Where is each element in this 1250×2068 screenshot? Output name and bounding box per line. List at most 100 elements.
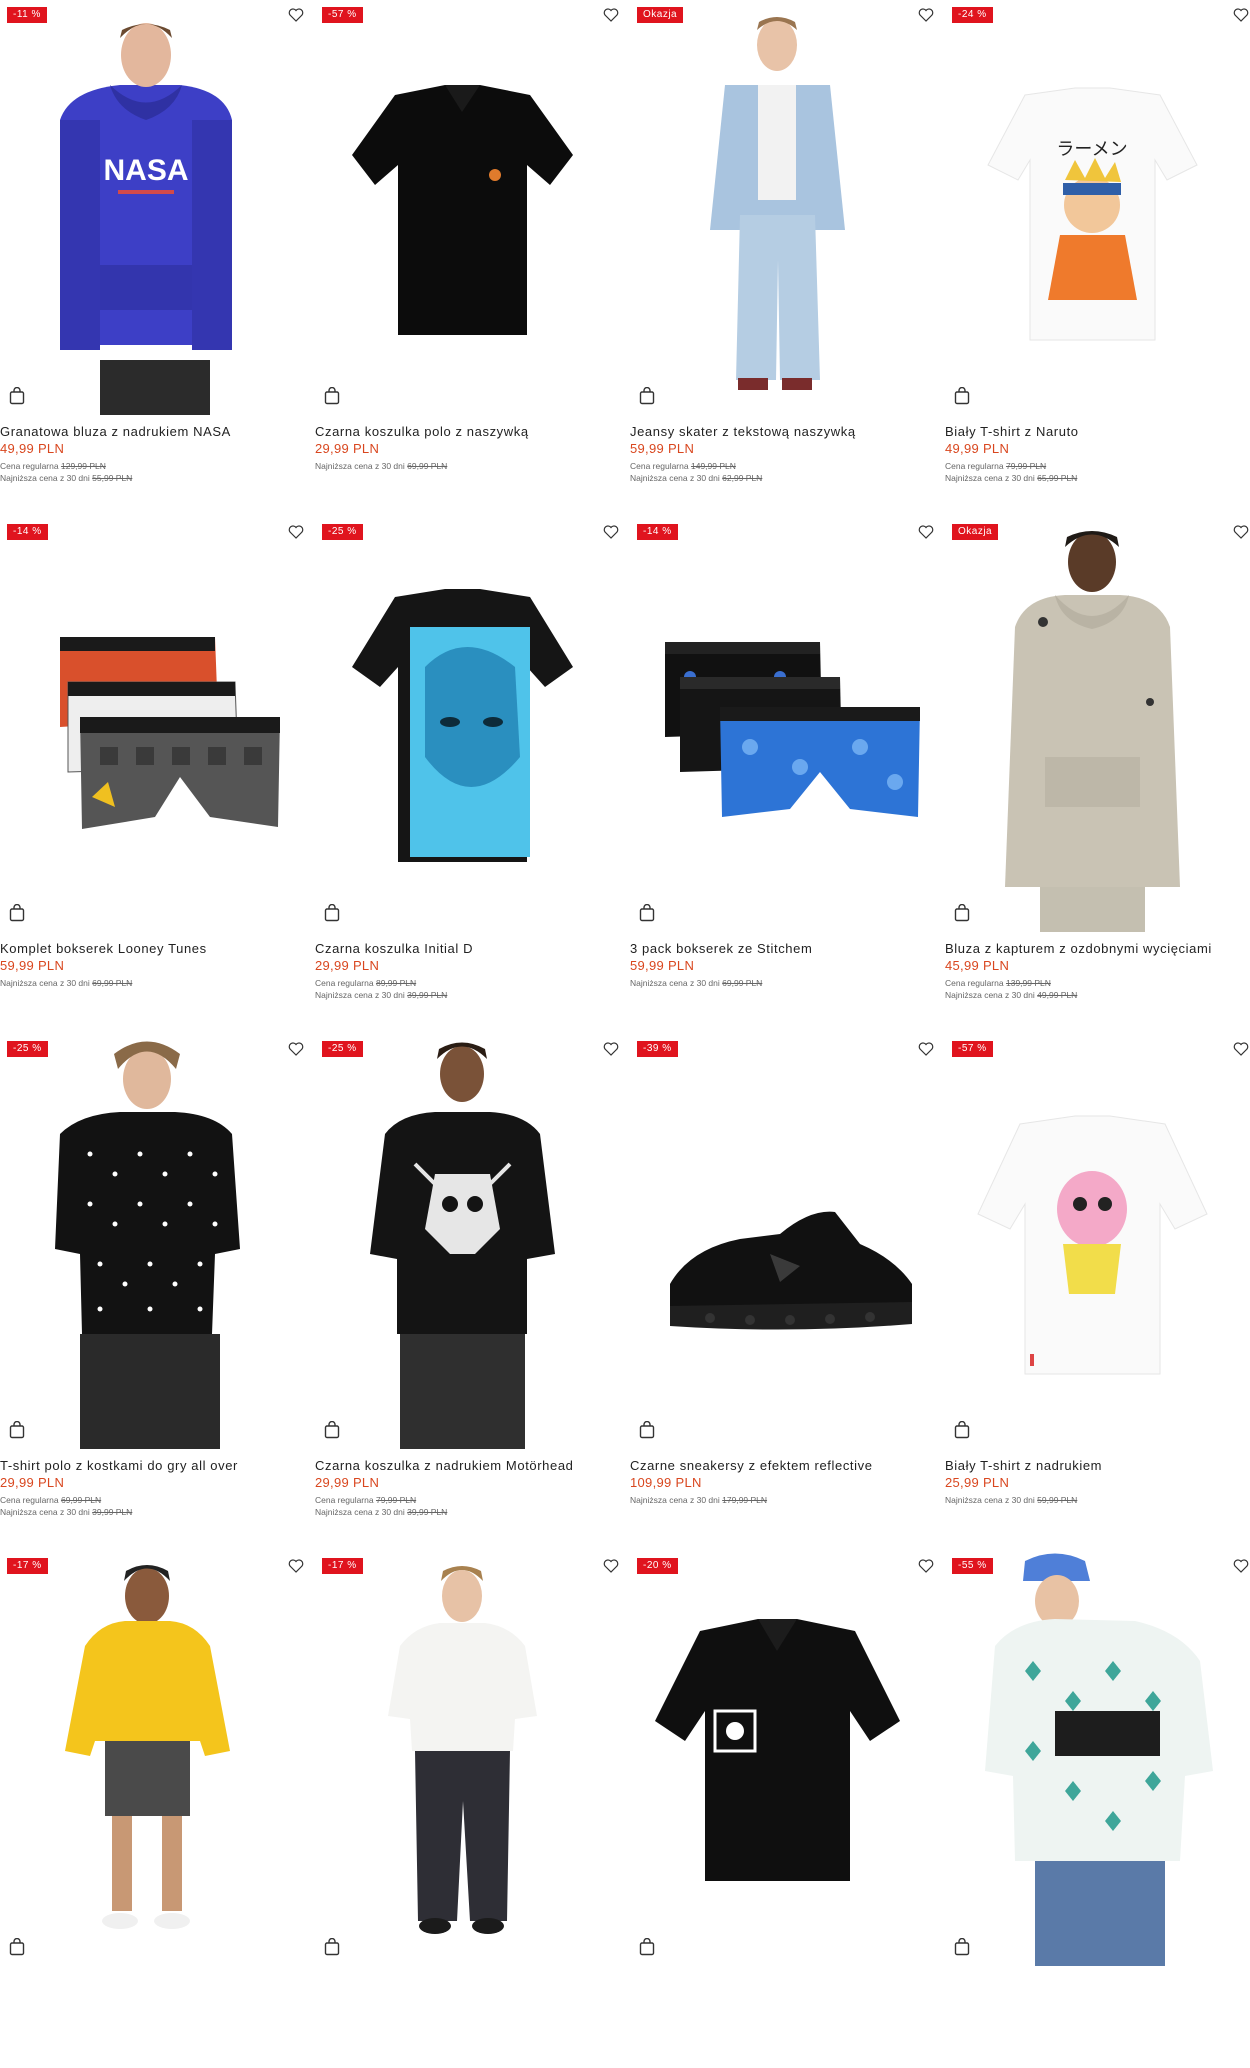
shopping-bag-icon[interactable] [954,387,970,405]
product-card[interactable]: -20 % [630,1551,945,2068]
product-card[interactable]: -17 % [0,1551,315,2068]
shopping-bag-icon[interactable] [954,1421,970,1439]
shopping-bag-icon[interactable] [324,1421,340,1439]
product-image[interactable] [630,1551,925,1966]
shopping-bag-icon[interactable] [954,1938,970,1956]
product-title[interactable]: Biały T-shirt z nadrukiem [945,1458,1102,1473]
discount-badge: -55 % [952,1558,993,1574]
shopping-bag-icon[interactable] [639,904,655,922]
product-price: 29,99 PLN [0,1475,65,1490]
product-card[interactable]: -14 % 3 pack bokserek ze Stitchem 59,99 … [630,517,945,1034]
product-image[interactable] [0,1551,295,1966]
lowest-price-value: 69,99 PLN [407,461,448,471]
product-title[interactable]: Jeansy skater z tekstową naszywką [630,424,856,439]
product-card[interactable]: -17 % [315,1551,630,2068]
heart-icon[interactable] [287,1040,305,1058]
lowest-price-line: Najniższa cena z 30 dni 179,99 PLN [630,1495,767,1505]
heart-icon[interactable] [602,6,620,24]
product-title[interactable]: Czarne sneakersy z efektem reflective [630,1458,873,1473]
shopping-bag-icon[interactable] [324,904,340,922]
heart-icon[interactable] [602,1557,620,1575]
product-card[interactable]: -25 % Czarna koszulka Initial D 29,99 PL… [315,517,630,1034]
product-image[interactable] [945,517,1240,932]
discount-badge: -17 % [322,1558,363,1574]
product-image[interactable] [630,0,925,415]
shopping-bag-icon[interactable] [324,1938,340,1956]
heart-icon[interactable] [1232,6,1250,24]
product-card[interactable]: ラーメン -24 % Biały T-shirt z Naruto 49,99 … [945,0,1250,517]
product-title[interactable]: Granatowa bluza z nadrukiem NASA [0,424,231,439]
lowest-price-label: Najniższa cena z 30 dni [630,473,720,483]
regular-price-value: 129,99 PLN [60,461,106,471]
product-card[interactable]: -25 % T-shirt polo z kostkami do gry all… [0,1034,315,1551]
product-title[interactable]: Bluza z kapturem z ozdobnymi wycięciami [945,941,1212,956]
discount-badge: -25 % [322,1041,363,1057]
product-card[interactable]: -39 % Czarne sneakersy z efektem reflect… [630,1034,945,1551]
product-title[interactable]: Biały T-shirt z Naruto [945,424,1079,439]
lowest-price-label: Najniższa cena z 30 dni [630,978,720,988]
product-card[interactable]: -57 % Czarna koszulka polo z naszywką 29… [315,0,630,517]
heart-icon[interactable] [602,523,620,541]
product-title[interactable]: 3 pack bokserek ze Stitchem [630,941,812,956]
regular-price-value: 69,99 PLN [60,1495,102,1505]
product-title[interactable]: Czarna koszulka polo z naszywką [315,424,529,439]
shopping-bag-icon[interactable] [639,1421,655,1439]
heart-icon[interactable] [602,1040,620,1058]
heart-icon[interactable] [917,523,935,541]
heart-icon[interactable] [1232,523,1250,541]
lowest-price-label: Najniższa cena z 30 dni [315,461,405,471]
product-card[interactable]: NASA -11 % Granatowa bluza z nadrukiem N… [0,0,315,517]
product-title[interactable]: Komplet bokserek Looney Tunes [0,941,207,956]
heart-icon[interactable] [1232,1040,1250,1058]
shopping-bag-icon[interactable] [324,387,340,405]
product-card[interactable]: -57 % Biały T-shirt z nadrukiem 25,99 PL… [945,1034,1250,1551]
product-card[interactable]: -55 % [945,1551,1250,2068]
regular-price-label: Cena regularna [945,978,1004,988]
heart-icon[interactable] [917,6,935,24]
product-card[interactable]: -14 % Komplet bokserek Looney Tunes 59,9… [0,517,315,1034]
regular-price-line: Cena regularna 79,99 PLN [315,1495,416,1505]
shopping-bag-icon[interactable] [9,1938,25,1956]
product-title[interactable]: Czarna koszulka z nadrukiem Motörhead [315,1458,573,1473]
heart-icon[interactable] [287,1557,305,1575]
product-card[interactable]: Okazja Jeansy skater z tekstową naszywką… [630,0,945,517]
product-title[interactable]: Czarna koszulka Initial D [315,941,473,956]
product-image[interactable] [0,1034,295,1449]
lowest-price-value: 39,99 PLN [407,990,448,1000]
shopping-bag-icon[interactable] [9,904,25,922]
product-image[interactable] [315,1034,610,1449]
regular-price-label: Cena regularna [945,461,1004,471]
product-image[interactable] [315,0,610,415]
heart-icon[interactable] [917,1040,935,1058]
product-price: 25,99 PLN [945,1475,1010,1490]
shopping-bag-icon[interactable] [639,387,655,405]
heart-icon[interactable] [287,523,305,541]
lowest-price-label: Najniższa cena z 30 dni [315,990,405,1000]
regular-price-line: Cena regularna 129,99 PLN [0,461,106,471]
product-image[interactable]: ラーメン [945,0,1240,415]
product-image[interactable] [945,1034,1240,1449]
heart-icon[interactable] [1232,1557,1250,1575]
product-image[interactable] [945,1551,1240,1966]
product-grid: NASA -11 % Granatowa bluza z nadrukiem N… [0,0,1250,1970]
product-image[interactable] [0,517,295,932]
lowest-price-value: 179,99 PLN [722,1495,768,1505]
product-card[interactable]: Okazja Bluza z kapturem z ozdobnymi wyci… [945,517,1250,1034]
product-price: 59,99 PLN [630,441,695,456]
shopping-bag-icon[interactable] [639,1938,655,1956]
product-image[interactable] [315,517,610,932]
product-image[interactable] [630,517,925,932]
shopping-bag-icon[interactable] [954,904,970,922]
lowest-price-line: Najniższa cena z 30 dni 59,99 PLN [945,1495,1077,1505]
product-title[interactable]: T-shirt polo z kostkami do gry all over [0,1458,238,1473]
discount-badge: -17 % [7,1558,48,1574]
product-image[interactable] [630,1034,925,1449]
product-card[interactable]: -25 % Czarna koszulka z nadrukiem Motörh… [315,1034,630,1551]
shopping-bag-icon[interactable] [9,387,25,405]
heart-icon[interactable] [917,1557,935,1575]
heart-icon[interactable] [287,6,305,24]
product-image[interactable] [315,1551,610,1966]
shopping-bag-icon[interactable] [9,1421,25,1439]
product-image[interactable]: NASA [0,0,295,415]
product-price: 59,99 PLN [0,958,65,973]
